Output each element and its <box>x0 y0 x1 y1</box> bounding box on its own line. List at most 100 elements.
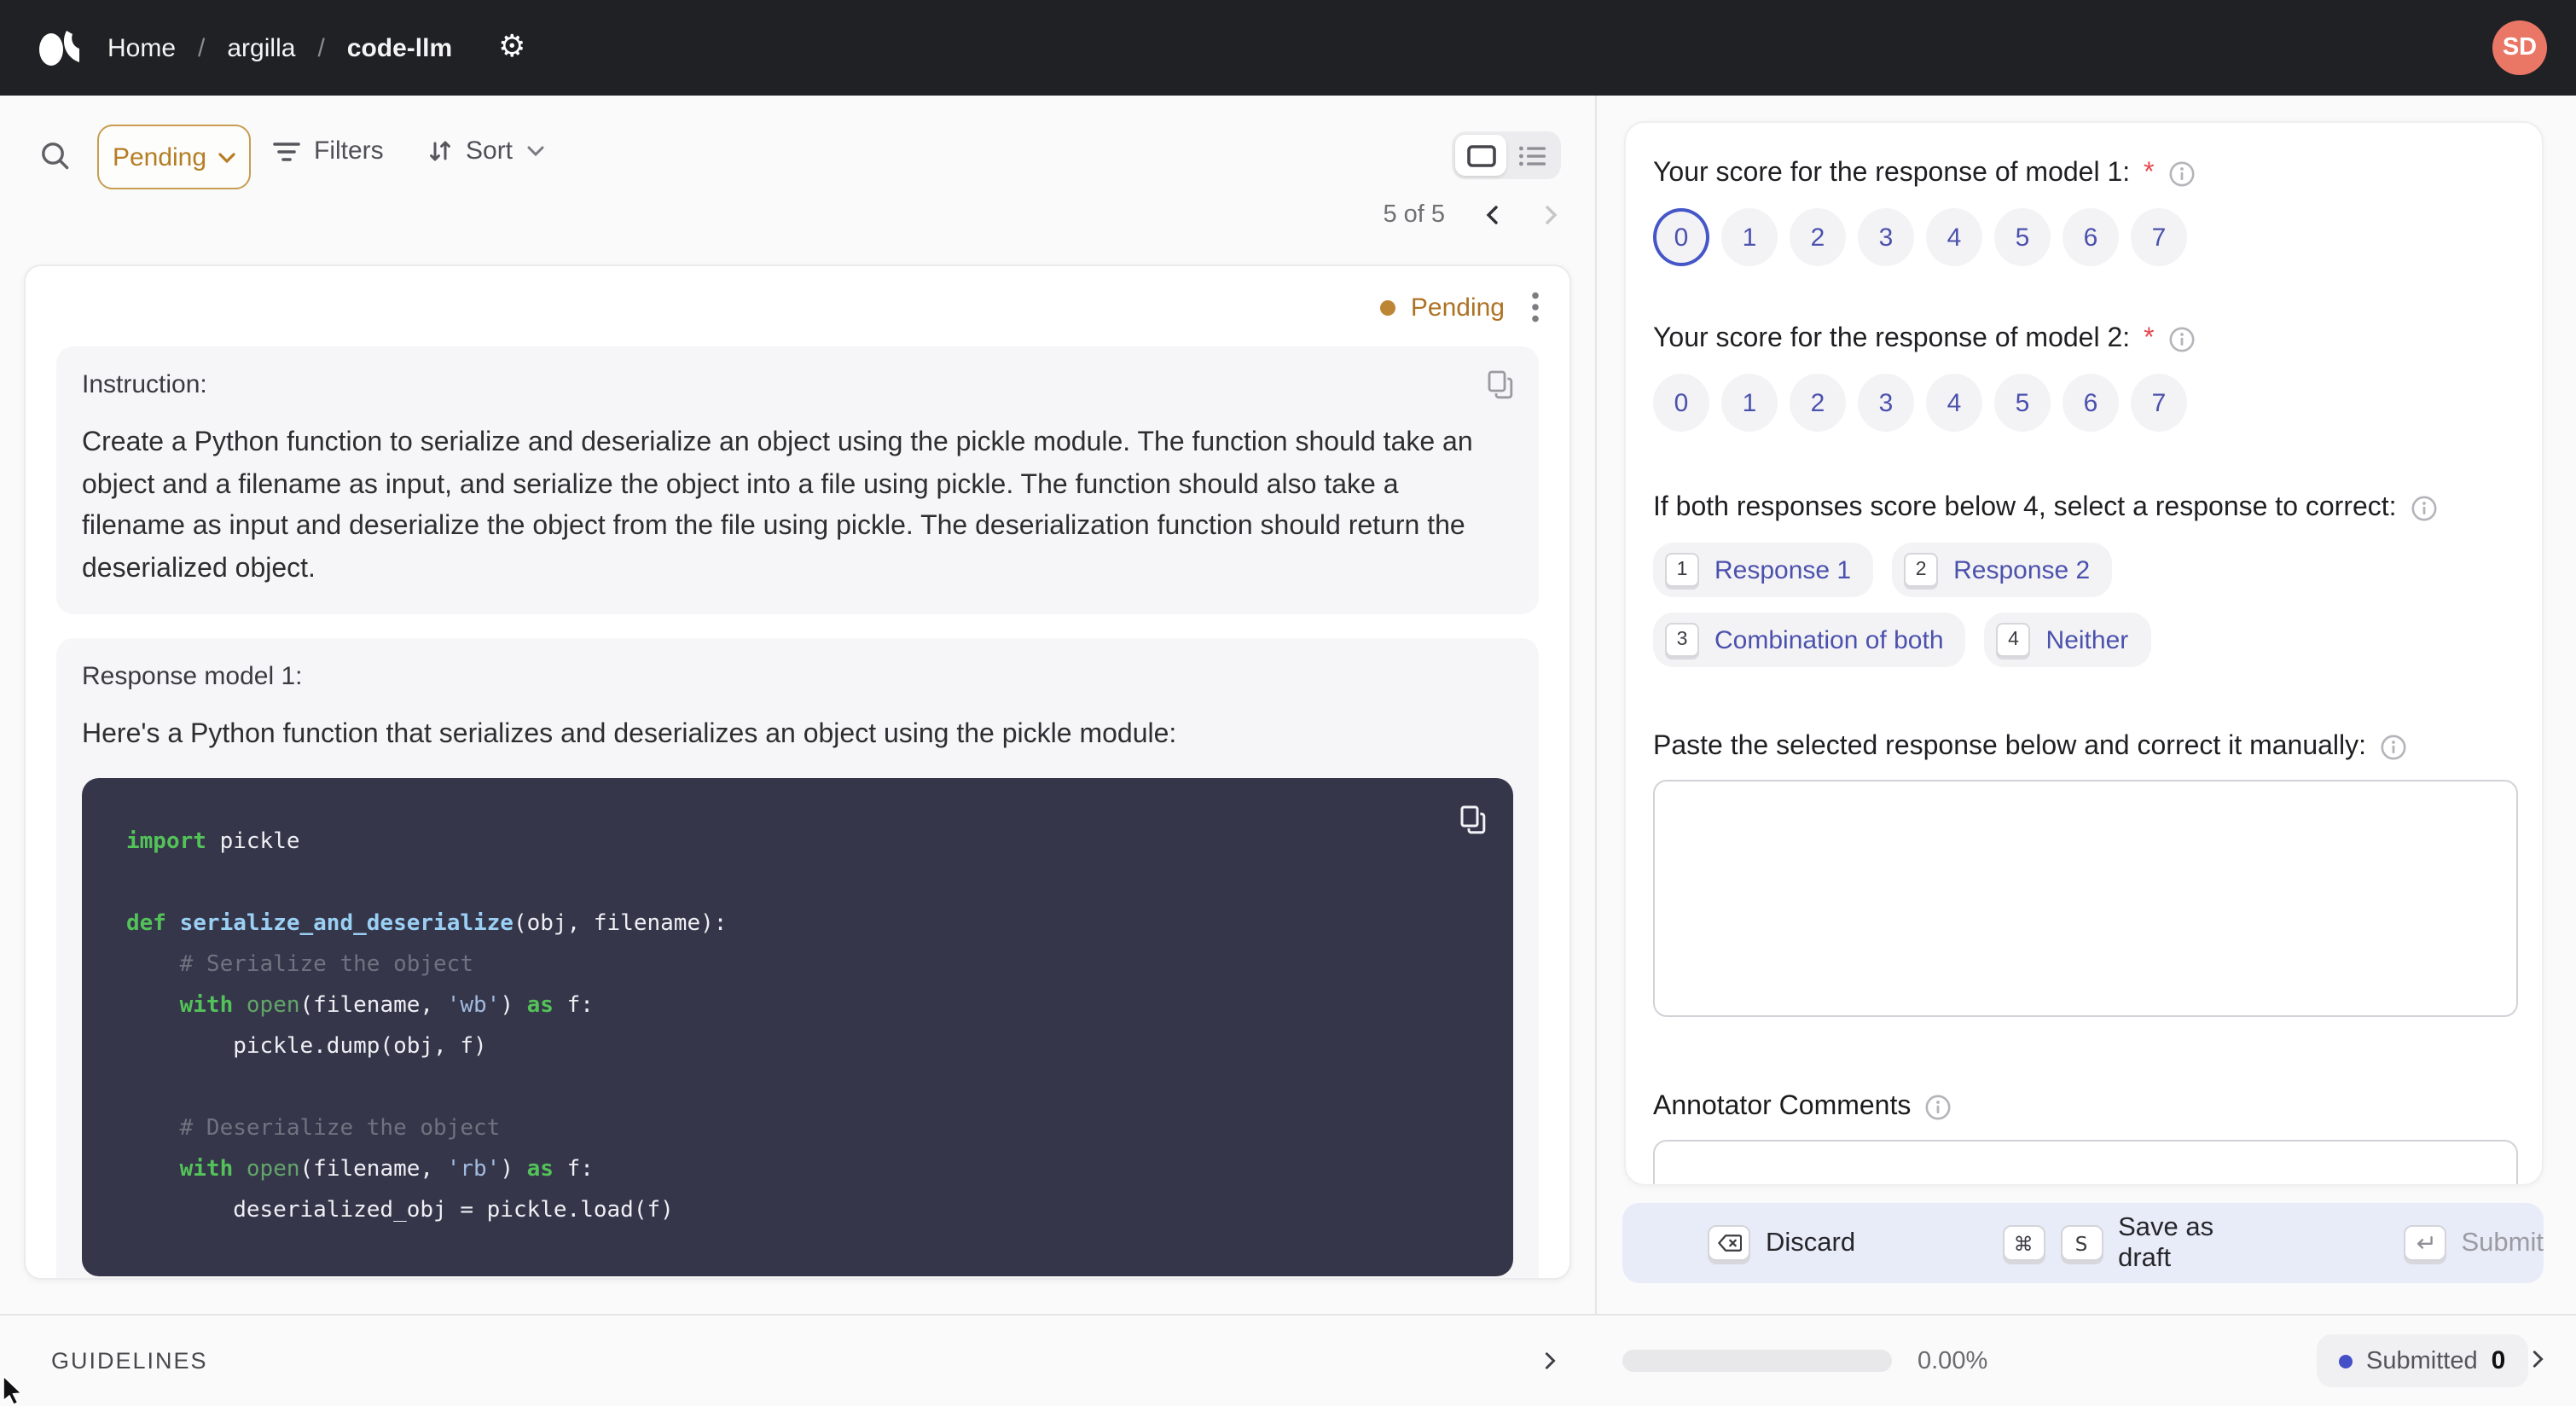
rating-option-7[interactable]: 7 <box>2131 208 2187 266</box>
rating-option-7[interactable]: 7 <box>2131 374 2187 432</box>
rating-option-4[interactable]: 4 <box>1926 374 1982 432</box>
user-avatar[interactable]: SD <box>2492 20 2547 75</box>
card-view-button[interactable] <box>1455 135 1506 176</box>
info-icon[interactable] <box>2380 734 2407 761</box>
submitted-counter[interactable]: Submitted 0 <box>2317 1334 2528 1387</box>
record-card-header: Pending <box>26 266 1569 340</box>
rating-group-model-1: 01234567 <box>1653 208 2515 266</box>
rating-option-4[interactable]: 4 <box>1926 208 1982 266</box>
code-line: # Serialize the object <box>126 951 473 977</box>
field-instruction: Instruction: Create a Python function to… <box>56 346 1539 614</box>
argilla-logo-icon[interactable] <box>38 25 80 71</box>
question-select-response: If both responses score below 4, select … <box>1653 493 2515 524</box>
code-line: pickle.dump(obj, f) <box>126 1033 487 1059</box>
top-navbar: Home / argilla / code-llm ⚙ SD <box>0 0 2576 96</box>
rating-option-3[interactable]: 3 <box>1858 374 1914 432</box>
argilla-annotation-screen: Home / argilla / code-llm ⚙ SD Pending F… <box>0 0 2576 1406</box>
annotation-panel: Your score for the response of model 1: … <box>1597 96 2576 1314</box>
breadcrumb-separator: / <box>198 33 206 62</box>
submit-label: Submit <box>2461 1228 2544 1257</box>
guidelines-toggle[interactable]: GUIDELINES <box>51 1316 208 1406</box>
backspace-key-icon <box>1708 1225 1750 1261</box>
rating-option-5[interactable]: 5 <box>1994 208 2051 266</box>
rating-option-2[interactable]: 2 <box>1790 374 1846 432</box>
rating-option-6[interactable]: 6 <box>2063 374 2119 432</box>
label-option-response-1[interactable]: 1 Response 1 <box>1653 543 1874 597</box>
code-line: import pickle <box>126 828 300 854</box>
rating-option-1[interactable]: 1 <box>1721 208 1778 266</box>
status-filter-value: Pending <box>112 142 207 171</box>
rating-option-2[interactable]: 2 <box>1790 208 1846 266</box>
prev-record-icon[interactable] <box>1482 205 1503 225</box>
question-score-model-2: Your score for the response of model 2: … <box>1653 324 2515 355</box>
code-line: # Deserialize the object <box>126 1115 501 1141</box>
shortcut-keycap: 3 <box>1665 623 1699 657</box>
rating-option-0[interactable]: 0 <box>1653 374 1709 432</box>
shortcut-keycap: 4 <box>1996 623 2031 657</box>
dataset-settings-gear-icon[interactable]: ⚙ <box>498 32 525 63</box>
sort-label: Sort <box>466 137 513 166</box>
label-option-text: Response 2 <box>1953 555 2091 584</box>
breadcrumb-workspace[interactable]: argilla <box>227 33 295 62</box>
next-record-icon[interactable] <box>1540 205 1561 225</box>
label-option-neither[interactable]: 4 Neither <box>1984 613 2151 667</box>
info-icon[interactable] <box>2411 495 2438 522</box>
rating-option-3[interactable]: 3 <box>1858 208 1914 266</box>
submitted-count: 0 <box>2491 1346 2506 1375</box>
progress-bar <box>1622 1350 1892 1372</box>
kebab-menu-icon[interactable] <box>1532 292 1539 322</box>
info-icon[interactable] <box>2168 326 2196 353</box>
list-view-button[interactable] <box>1506 135 1558 176</box>
search-icon[interactable] <box>38 138 72 172</box>
copy-icon[interactable] <box>1460 805 1486 834</box>
filter-icon <box>273 142 300 160</box>
return-key-icon <box>2403 1225 2446 1261</box>
corrected-response-textarea[interactable] <box>1653 780 2518 1017</box>
info-icon[interactable] <box>1924 1094 1952 1121</box>
info-icon[interactable] <box>2168 160 2196 188</box>
records-panel: Pending Filters Sort 5 of 5 Pending Inst… <box>0 96 1595 1314</box>
card-view-icon <box>1466 144 1495 166</box>
save-draft-button[interactable]: ⌘ S Save as draft <box>2002 1212 2253 1274</box>
sort-button[interactable]: Sort <box>428 137 543 166</box>
submit-button[interactable]: Submit <box>2403 1225 2544 1261</box>
question-annotator-comments: Annotator Comments <box>1653 1092 2515 1123</box>
record-pagination: 5 of 5 <box>1383 201 1561 229</box>
breadcrumb-home[interactable]: Home <box>107 33 176 62</box>
label-option-text: Combination of both <box>1714 625 1944 654</box>
required-asterisk: * <box>2144 324 2155 353</box>
question-label: If both responses score below 4, select … <box>1653 493 2397 522</box>
field-text: Here's a Python function that serializes… <box>82 720 1177 749</box>
rating-option-5[interactable]: 5 <box>1994 374 2051 432</box>
code-line: with open(filename, 'wb') as f: <box>179 992 594 1018</box>
rating-option-6[interactable]: 6 <box>2063 208 2119 266</box>
discard-button[interactable]: Discard <box>1708 1225 1855 1261</box>
guidelines-expand-icon[interactable] <box>1540 1351 1559 1370</box>
submitted-label: Submitted <box>2366 1347 2478 1374</box>
filters-button[interactable]: Filters <box>273 137 384 166</box>
breadcrumb: Home / argilla / code-llm ⚙ <box>107 32 525 63</box>
record-count: 5 of 5 <box>1383 201 1445 229</box>
annotation-form: Your score for the response of model 1: … <box>1624 121 2544 1186</box>
sort-icon <box>430 141 450 161</box>
field-title: Response model 1: <box>82 662 303 691</box>
field-response-model-1: Response model 1: Here's a Python functi… <box>56 638 1539 1278</box>
copy-icon[interactable] <box>1488 370 1513 399</box>
status-filter-select[interactable]: Pending <box>97 125 251 189</box>
progress-percent: 0.00% <box>1917 1348 1988 1375</box>
annotator-comments-textarea[interactable] <box>1653 1140 2518 1184</box>
code-line: with open(filename, 'rb') as f: <box>179 1156 594 1182</box>
rating-option-1[interactable]: 1 <box>1721 374 1778 432</box>
question-score-model-1: Your score for the response of model 1: … <box>1653 159 2515 189</box>
metrics-expand-icon[interactable] <box>2528 1350 2547 1368</box>
breadcrumb-dataset: code-llm <box>346 33 453 62</box>
required-asterisk: * <box>2144 159 2155 188</box>
rating-option-0[interactable]: 0 <box>1653 208 1709 266</box>
field-text: Create a Python function to serialize an… <box>82 428 1473 583</box>
label-option-text: Response 1 <box>1714 555 1852 584</box>
label-option-response-2[interactable]: 2 Response 2 <box>1892 543 2113 597</box>
chevron-down-icon <box>218 152 235 163</box>
mouse-cursor <box>3 1375 23 1406</box>
label-option-combination-of-both[interactable]: 3 Combination of both <box>1653 613 1966 667</box>
